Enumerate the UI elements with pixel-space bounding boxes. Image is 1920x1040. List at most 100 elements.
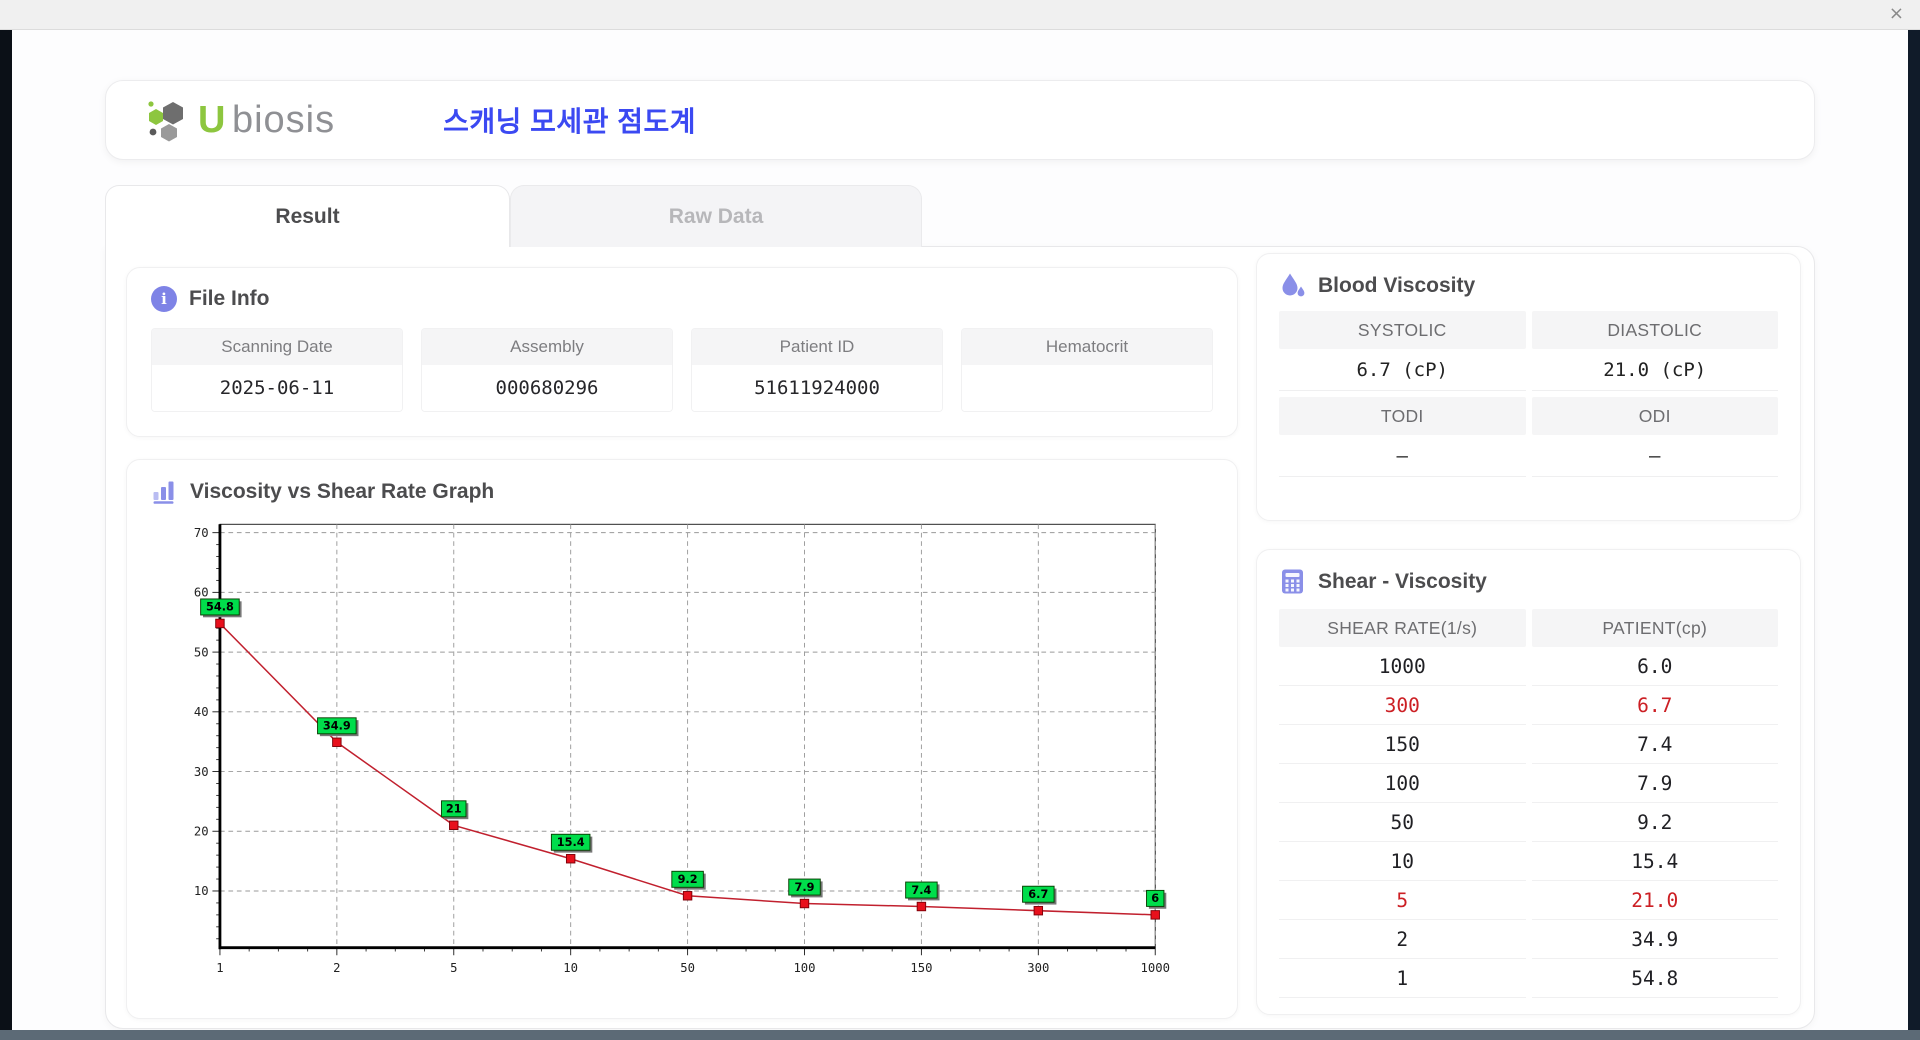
- table-row: 5 21.0: [1279, 881, 1778, 920]
- field-label: Patient ID: [692, 329, 942, 365]
- tab-result[interactable]: Result: [105, 185, 510, 247]
- svg-text:30: 30: [194, 765, 209, 779]
- svg-text:1: 1: [216, 961, 223, 975]
- field-label: Hematocrit: [962, 329, 1212, 365]
- ubiosis-logo: U biosis: [144, 96, 335, 144]
- shear-rate-cell: 1: [1279, 959, 1526, 998]
- field-label: Assembly: [422, 329, 672, 365]
- svg-text:2: 2: [333, 961, 340, 975]
- logo-text-rest: biosis: [231, 98, 336, 141]
- app-window: U biosis 스캐닝 모세관 점도계 Result Raw Data i F…: [12, 30, 1908, 1030]
- field-value: 2025-06-11: [152, 365, 402, 411]
- svg-text:50: 50: [680, 961, 695, 975]
- blood-viscosity-title: Blood Viscosity: [1318, 273, 1476, 297]
- blood-viscosity-table: SYSTOLIC DIASTOLIC 6.7 (cP) 21.0 (cP) TODI OD…: [1279, 311, 1778, 477]
- logo-text-u: U: [198, 98, 226, 141]
- right-column: Blood Viscosity SYSTOLIC DIASTOLIC 6.7 (cP…: [1256, 253, 1801, 1015]
- svg-text:40: 40: [194, 705, 209, 719]
- patient-cell: 9.2: [1531, 803, 1778, 842]
- file-info-fields: Scanning Date 2025-06-11 Assembly 000680296…: [151, 328, 1213, 412]
- svg-text:7.4: 7.4: [911, 884, 931, 897]
- patient-cell: 15.4: [1531, 842, 1778, 881]
- table-row: 1000 6.0: [1279, 647, 1778, 686]
- svg-text:6: 6: [1151, 892, 1159, 905]
- table-row: 300 6.7: [1279, 686, 1778, 725]
- graph-header: Viscosity vs Shear Rate Graph: [151, 478, 1213, 505]
- svg-text:6.7: 6.7: [1028, 888, 1048, 901]
- table-row: 1 54.8: [1279, 959, 1778, 998]
- svg-text:70: 70: [194, 526, 209, 540]
- field-label: Scanning Date: [152, 329, 402, 365]
- tab-panel: i File Info Scanning Date 2025-06-11 Assem…: [105, 246, 1815, 1029]
- file-info-field: Assembly 000680296: [421, 328, 673, 412]
- ubiosis-logo-icon: [148, 101, 183, 142]
- blood-drop-icon: [1282, 273, 1305, 297]
- bv-header-cell: DIASTOLIC: [1531, 311, 1778, 349]
- table-row: 100 7.9: [1279, 764, 1778, 803]
- shear-rate-cell: 100: [1279, 764, 1526, 803]
- shear-rate-cell: 150: [1279, 725, 1526, 764]
- field-value: [962, 365, 1212, 411]
- table-row: 150 7.4: [1279, 725, 1778, 764]
- patient-cell: 21.0: [1531, 881, 1778, 920]
- svg-text:10: 10: [194, 884, 209, 898]
- svg-text:34.9: 34.9: [323, 720, 351, 733]
- patient-cell: 54.8: [1531, 959, 1778, 998]
- file-info-card: i File Info Scanning Date 2025-06-11 Assem…: [126, 267, 1238, 437]
- tab-bar: Result Raw Data: [105, 185, 922, 247]
- shear-viscosity-header: Shear - Viscosity: [1279, 568, 1778, 595]
- blood-viscosity-card: Blood Viscosity SYSTOLIC DIASTOLIC 6.7 (cP…: [1256, 253, 1801, 521]
- svg-text:15.4: 15.4: [557, 836, 585, 849]
- file-info-field: Patient ID 51611924000: [691, 328, 943, 412]
- svg-text:9.2: 9.2: [678, 873, 698, 886]
- tab-raw-data[interactable]: Raw Data: [510, 185, 922, 247]
- svg-text:10: 10: [563, 961, 578, 975]
- patient-cell: 6.0: [1531, 647, 1778, 686]
- bv-header-row: SYSTOLIC DIASTOLIC: [1279, 311, 1778, 349]
- bv-header-cell: ODI: [1531, 397, 1778, 435]
- bv-header-cell: TODI: [1279, 397, 1526, 435]
- bv-value-row: – –: [1279, 435, 1778, 477]
- sv-header-cell: SHEAR RATE(1/s): [1279, 609, 1526, 647]
- table-grid-icon: [1282, 569, 1303, 594]
- svg-text:20: 20: [194, 824, 209, 838]
- svg-text:7.9: 7.9: [794, 881, 814, 894]
- info-icon: i: [151, 286, 177, 312]
- bv-value-cell: 6.7 (cP): [1279, 349, 1526, 391]
- shear-rate-cell: 300: [1279, 686, 1526, 725]
- svg-text:100: 100: [793, 961, 815, 975]
- shear-viscosity-table-header: SHEAR RATE(1/s) PATIENT(cp): [1279, 609, 1778, 647]
- file-info-header: i File Info: [151, 286, 1213, 312]
- field-value: 51611924000: [692, 365, 942, 411]
- table-row: 2 34.9: [1279, 920, 1778, 959]
- bv-group: TODI ODI – –: [1279, 397, 1778, 477]
- svg-text:50: 50: [194, 645, 209, 659]
- bv-value-row: 6.7 (cP) 21.0 (cP): [1279, 349, 1778, 391]
- file-info-field: Scanning Date 2025-06-11: [151, 328, 403, 412]
- shear-rate-cell: 1000: [1279, 647, 1526, 686]
- bv-header-row: TODI ODI: [1279, 397, 1778, 435]
- left-column: i File Info Scanning Date 2025-06-11 Assem…: [126, 267, 1238, 1019]
- bar-chart-icon: [153, 481, 174, 504]
- svg-text:300: 300: [1027, 961, 1049, 975]
- desktop-bottom-edge: [0, 1030, 1920, 1040]
- graph-title: Viscosity vs Shear Rate Graph: [190, 479, 495, 503]
- svg-text:5: 5: [450, 961, 457, 975]
- field-value: 000680296: [422, 365, 672, 411]
- shear-viscosity-table-body: 1000 6.0 300 6.7 150 7.4 100 7.9 50 9.2 10 15.4 5 21.…: [1279, 647, 1778, 998]
- shear-rate-cell: 2: [1279, 920, 1526, 959]
- table-row: 50 9.2: [1279, 803, 1778, 842]
- close-icon[interactable]: ×: [1889, 3, 1904, 24]
- file-info-title: File Info: [189, 287, 270, 310]
- bv-value-cell: –: [1279, 435, 1526, 477]
- shear-rate-cell: 50: [1279, 803, 1526, 842]
- shear-viscosity-card: Shear - Viscosity SHEAR RATE(1/s) PATIENT…: [1256, 549, 1801, 1015]
- svg-text:1000: 1000: [1141, 961, 1170, 975]
- svg-text:150: 150: [910, 961, 932, 975]
- viscosity-chart: 10 20 30 40 50 60 70 1 2 5 10 50 100 150 300 1000 54.8 34…: [194, 523, 1170, 975]
- table-row: 10 15.4: [1279, 842, 1778, 881]
- desktop-right-edge: [1908, 30, 1920, 1030]
- shear-viscosity-title: Shear - Viscosity: [1318, 569, 1487, 593]
- svg-text:54.8: 54.8: [206, 601, 234, 614]
- bv-group: SYSTOLIC DIASTOLIC 6.7 (cP) 21.0 (cP): [1279, 311, 1778, 391]
